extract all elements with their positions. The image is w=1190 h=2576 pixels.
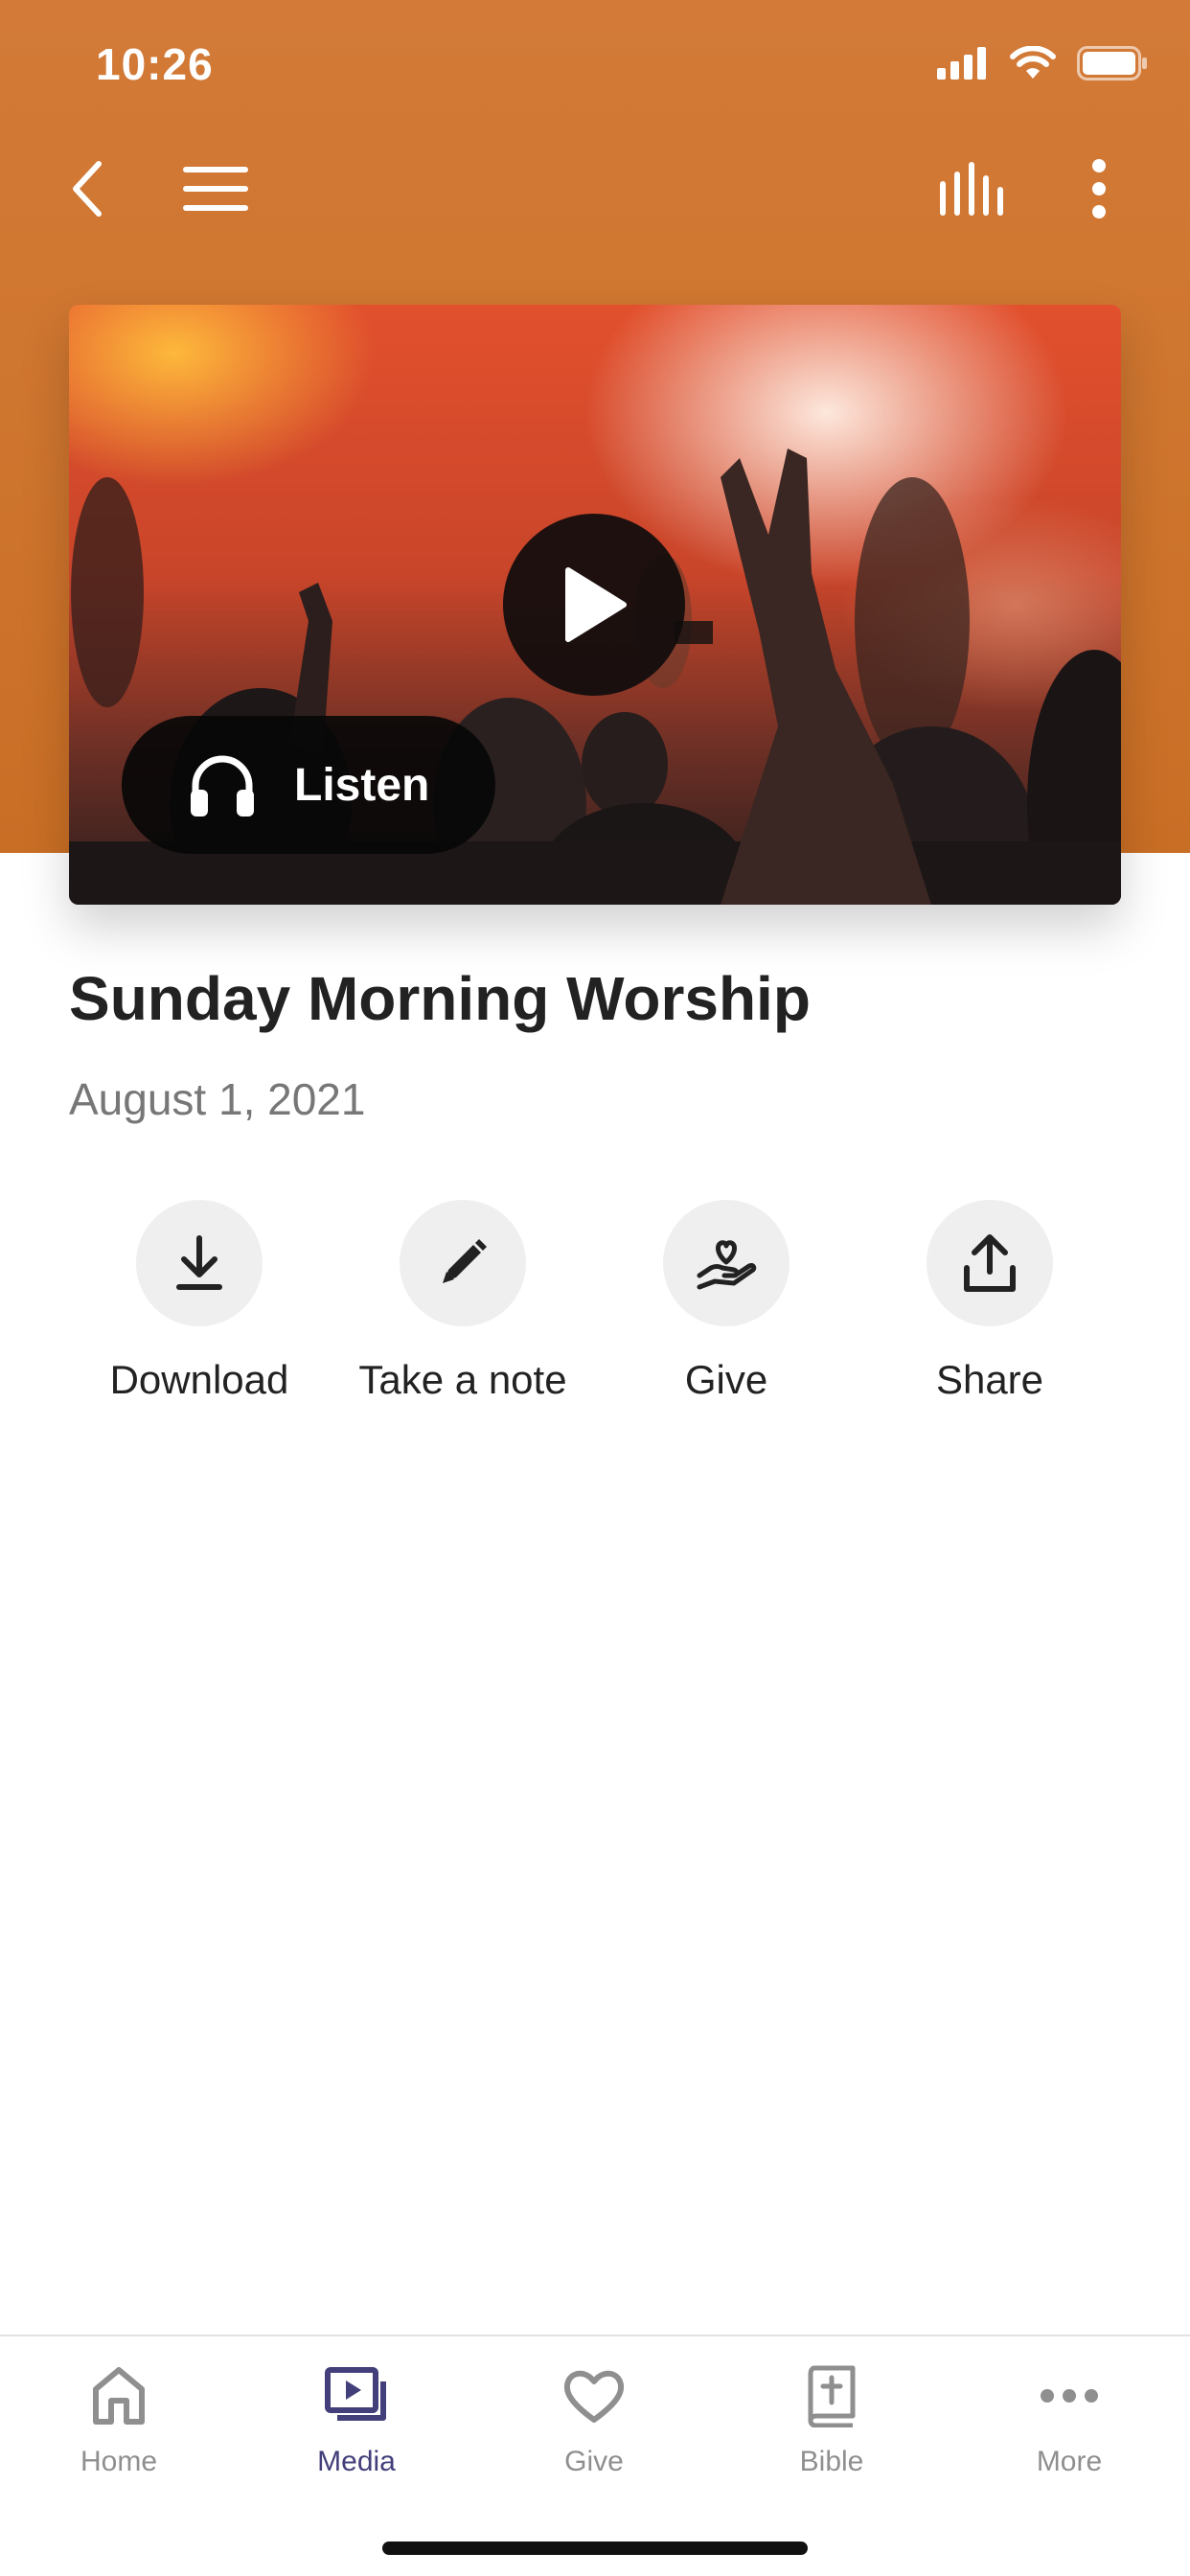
page-title: Sunday Morning Worship bbox=[69, 964, 811, 1033]
give-label: Give bbox=[684, 1357, 768, 1402]
status-icons bbox=[937, 46, 1148, 80]
chevron-left-icon bbox=[73, 161, 102, 217]
tab-give-icon-wrap bbox=[556, 2358, 632, 2434]
audio-bars-icon bbox=[940, 162, 1003, 216]
audio-button[interactable] bbox=[939, 155, 1006, 222]
tab-media-label: Media bbox=[317, 2446, 396, 2477]
tab-home-label: Home bbox=[80, 2446, 158, 2477]
take-note-button-circle bbox=[400, 1200, 526, 1326]
download-icon bbox=[176, 1235, 222, 1290]
share-button[interactable]: Share bbox=[846, 1200, 1133, 1403]
tab-media-icon-wrap bbox=[318, 2358, 395, 2434]
battery-icon bbox=[1077, 46, 1147, 80]
pencil-icon bbox=[443, 1239, 487, 1283]
status-time: 10:26 bbox=[96, 39, 214, 89]
home-icon bbox=[93, 2367, 145, 2425]
vertical-ellipsis-icon bbox=[1092, 159, 1106, 218]
bible-icon bbox=[808, 2365, 856, 2427]
headphones-icon bbox=[191, 755, 254, 816]
cellular-signal-icon bbox=[937, 47, 986, 80]
listen-button[interactable]: Listen bbox=[122, 716, 495, 854]
take-note-button[interactable]: Take a note bbox=[319, 1200, 606, 1403]
top-navigation-bar bbox=[0, 126, 1190, 251]
bottom-tab-bar: Home Media Give Bible More bbox=[0, 2334, 1190, 2576]
tab-give-label: Give bbox=[564, 2446, 624, 2477]
tab-more[interactable]: More bbox=[973, 2358, 1165, 2478]
tab-home-icon-wrap bbox=[80, 2358, 157, 2434]
media-icon bbox=[325, 2367, 386, 2421]
tab-give[interactable]: Give bbox=[498, 2358, 690, 2478]
tab-bible-label: Bible bbox=[799, 2446, 864, 2477]
menu-button[interactable] bbox=[182, 155, 249, 222]
action-buttons: Download Take a note Give Share bbox=[0, 1200, 1190, 1420]
more-horizontal-icon bbox=[1041, 2389, 1098, 2403]
tab-home[interactable]: Home bbox=[23, 2358, 215, 2478]
hand-heart-icon bbox=[697, 1240, 757, 1290]
media-thumbnail[interactable]: Listen bbox=[69, 305, 1121, 905]
heart-icon bbox=[563, 2370, 625, 2423]
share-button-circle bbox=[927, 1200, 1053, 1326]
tab-more-icon-wrap bbox=[1031, 2358, 1108, 2434]
tab-more-label: More bbox=[1036, 2446, 1103, 2477]
play-icon bbox=[565, 567, 627, 642]
wifi-icon bbox=[1010, 46, 1056, 79]
download-button[interactable]: Download bbox=[56, 1200, 343, 1403]
share-label: Share bbox=[935, 1357, 1044, 1402]
hamburger-menu-icon bbox=[183, 167, 248, 211]
back-button[interactable] bbox=[54, 155, 121, 222]
give-button-circle bbox=[663, 1200, 790, 1326]
listen-label: Listen bbox=[294, 759, 430, 811]
share-icon bbox=[964, 1234, 1016, 1292]
tab-media[interactable]: Media bbox=[261, 2358, 452, 2478]
media-date: August 1, 2021 bbox=[69, 1074, 366, 1124]
status-bar: 10:26 bbox=[0, 0, 1190, 126]
play-button[interactable] bbox=[503, 514, 685, 696]
tab-bible[interactable]: Bible bbox=[736, 2358, 927, 2478]
download-button-circle bbox=[136, 1200, 263, 1326]
give-button[interactable]: Give bbox=[583, 1200, 870, 1403]
tab-bible-icon-wrap bbox=[793, 2358, 870, 2434]
more-options-button[interactable] bbox=[1065, 155, 1133, 222]
download-label: Download bbox=[109, 1357, 289, 1402]
take-note-label: Take a note bbox=[358, 1357, 567, 1402]
home-indicator bbox=[382, 2542, 808, 2555]
